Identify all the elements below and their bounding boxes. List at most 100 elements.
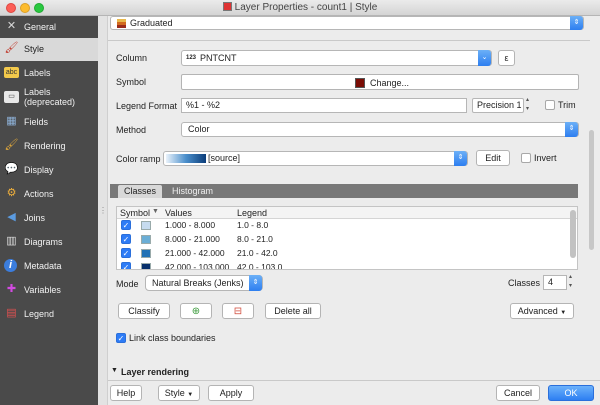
- column-header-values[interactable]: Values: [165, 208, 192, 218]
- precision-spinbox[interactable]: Precision 1: [472, 98, 524, 113]
- sort-down-icon: ▼: [152, 208, 159, 215]
- sidebar-item-labels-deprecated[interactable]: ▭ Labels (deprecated): [0, 86, 98, 110]
- sidebar-item-metadata[interactable]: i Metadata: [0, 255, 98, 278]
- class-color-swatch[interactable]: [141, 235, 151, 244]
- mode-select[interactable]: Natural Breaks (Jenks) ⇕: [145, 275, 263, 291]
- style-panel: Graduated ⇕ Column 123 PNTCNT ⌄ ε Symbol…: [108, 16, 600, 405]
- legend-format-label: Legend Format: [116, 101, 178, 111]
- numeric-field-icon: 123: [186, 55, 197, 61]
- expression-button[interactable]: ε: [498, 50, 515, 66]
- classes-histogram-tabs: Classes Histogram: [110, 184, 578, 198]
- cancel-button[interactable]: Cancel: [496, 385, 540, 401]
- class-color-swatch[interactable]: [141, 249, 151, 258]
- panel-scrollbar[interactable]: [589, 130, 594, 250]
- invert-label: Invert: [534, 153, 557, 163]
- gear-actions-icon: ⚙: [6, 187, 17, 199]
- labels-deprecated-icon: ▭: [4, 91, 19, 103]
- sidebar: ✕ General 🖌 Style abc Labels ▭ Labels (de…: [0, 16, 98, 405]
- sidebar-item-variables[interactable]: ✚ Variables: [0, 279, 98, 302]
- column-header-legend[interactable]: Legend: [237, 208, 267, 218]
- tab-classes[interactable]: Classes: [118, 185, 163, 198]
- divider: [108, 40, 590, 41]
- color-ramp-label: Color ramp: [116, 154, 161, 164]
- sidebar-item-diagrams[interactable]: ▥ Diagrams: [0, 231, 98, 254]
- link-class-boundaries-label: Link class boundaries: [129, 333, 216, 343]
- table-row[interactable]: ✓ 42.000 - 103.000 42.0 - 103.0: [117, 261, 569, 269]
- collapse-triangle-icon[interactable]: ▼: [111, 367, 118, 374]
- wrench-screwdriver-icon: ✕: [6, 20, 17, 32]
- add-class-button[interactable]: ⊕: [180, 303, 212, 319]
- sidebar-item-labels[interactable]: abc Labels: [0, 62, 98, 85]
- column-header-symbol[interactable]: Symbol: [120, 208, 150, 218]
- edit-color-ramp-button[interactable]: Edit: [476, 150, 510, 166]
- sidebar-item-fields[interactable]: ▦ Fields: [0, 111, 98, 134]
- sidebar-item-style[interactable]: 🖌 Style: [0, 38, 98, 61]
- legend-format-input[interactable]: %1 - %2: [181, 98, 467, 113]
- invert-checkbox[interactable]: [521, 153, 531, 163]
- table-row[interactable]: ✓ 1.000 - 8.000 1.0 - 8.0: [117, 219, 569, 232]
- delete-class-button[interactable]: ⊟: [222, 303, 254, 319]
- title-bar: Layer Properties - count1 | Style: [0, 0, 600, 16]
- class-color-swatch[interactable]: [141, 221, 151, 230]
- table-fields-icon: ▦: [6, 115, 17, 127]
- layer-properties-icon: [222, 2, 232, 11]
- color-ramp-select[interactable]: [source] ⇕: [163, 151, 468, 166]
- chevron-down-icon: ⌄: [478, 50, 491, 66]
- advanced-button[interactable]: Advanced ▼: [510, 303, 574, 319]
- style-menu-button[interactable]: Style ▼: [158, 385, 200, 401]
- table-row[interactable]: ✓ 8.000 - 21.000 8.0 - 21.0: [117, 233, 569, 246]
- table-scrollbar[interactable]: [570, 210, 576, 258]
- classes-count-label: Classes: [508, 278, 541, 288]
- table-row[interactable]: ✓ 21.000 - 42.000 21.0 - 42.0: [117, 247, 569, 260]
- abc-labels-icon: abc: [4, 67, 19, 78]
- sidebar-item-general[interactable]: ✕ General: [0, 16, 98, 39]
- change-symbol-button[interactable]: Change...: [181, 74, 579, 90]
- layer-rendering-section[interactable]: Layer rendering: [121, 367, 189, 377]
- method-label: Method: [116, 125, 147, 135]
- classes-table-header: Symbol ▼ Values Legend: [117, 207, 577, 219]
- add-class-icon: ⊕: [191, 306, 201, 317]
- spin-arrows-icon[interactable]: ▴ ▾: [526, 96, 529, 114]
- help-button[interactable]: Help: [110, 385, 142, 401]
- classes-count-spinbox[interactable]: 4: [543, 275, 567, 290]
- sidebar-item-joins[interactable]: ◀ Joins: [0, 207, 98, 230]
- column-select[interactable]: 123 PNTCNT ⌄: [181, 50, 492, 66]
- sidebar-item-display[interactable]: 💬 Display: [0, 159, 98, 182]
- class-visible-checkbox[interactable]: ✓: [121, 248, 131, 258]
- sidebar-item-actions[interactable]: ⚙ Actions: [0, 183, 98, 206]
- tab-histogram[interactable]: Histogram: [166, 185, 219, 198]
- symbol-label: Symbol: [116, 77, 147, 87]
- spin-arrows-icon[interactable]: ▴ ▾: [569, 273, 572, 291]
- class-color-swatch[interactable]: [141, 263, 151, 269]
- link-class-boundaries-checkbox[interactable]: ✓: [116, 333, 126, 343]
- class-visible-checkbox[interactable]: ✓: [121, 220, 131, 230]
- delete-all-button[interactable]: Delete all: [265, 303, 321, 319]
- splitter-grip-icon: ⋮: [99, 206, 107, 215]
- chevron-updown-icon: ⇕: [454, 151, 467, 166]
- class-visible-checkbox[interactable]: ✓: [121, 262, 131, 269]
- classify-button[interactable]: Classify: [118, 303, 170, 319]
- info-icon: i: [4, 259, 17, 272]
- sidebar-item-legend[interactable]: ▤ Legend: [0, 303, 98, 326]
- renderer-select[interactable]: Graduated ⇕: [110, 16, 584, 30]
- symbol-color-swatch: [355, 78, 365, 88]
- chevron-updown-icon: ⇕: [249, 275, 262, 291]
- delete-class-icon: ⊟: [233, 306, 243, 317]
- legend-icon: ▤: [6, 307, 17, 319]
- trim-label: Trim: [558, 100, 576, 110]
- classes-table[interactable]: Symbol ▼ Values Legend ✓ 1.000 - 8.000 1…: [116, 206, 578, 270]
- trim-checkbox[interactable]: [545, 100, 555, 110]
- method-select[interactable]: Color ⇕: [181, 122, 579, 137]
- column-label: Column: [116, 53, 148, 63]
- ok-button[interactable]: OK: [548, 385, 594, 401]
- joins-icon: ◀: [7, 211, 16, 223]
- chevron-updown-icon: ⇕: [570, 16, 583, 30]
- sidebar-item-rendering[interactable]: 🖌 Rendering: [0, 135, 98, 158]
- mode-label: Mode: [116, 279, 139, 289]
- dropdown-arrow-icon: ▼: [560, 310, 567, 316]
- speech-bubble-icon: 💬: [4, 163, 19, 175]
- apply-button[interactable]: Apply: [208, 385, 254, 401]
- class-visible-checkbox[interactable]: ✓: [121, 234, 131, 244]
- window-title: Layer Properties - count1 | Style: [234, 2, 378, 13]
- diagram-icon: ▥: [6, 235, 17, 247]
